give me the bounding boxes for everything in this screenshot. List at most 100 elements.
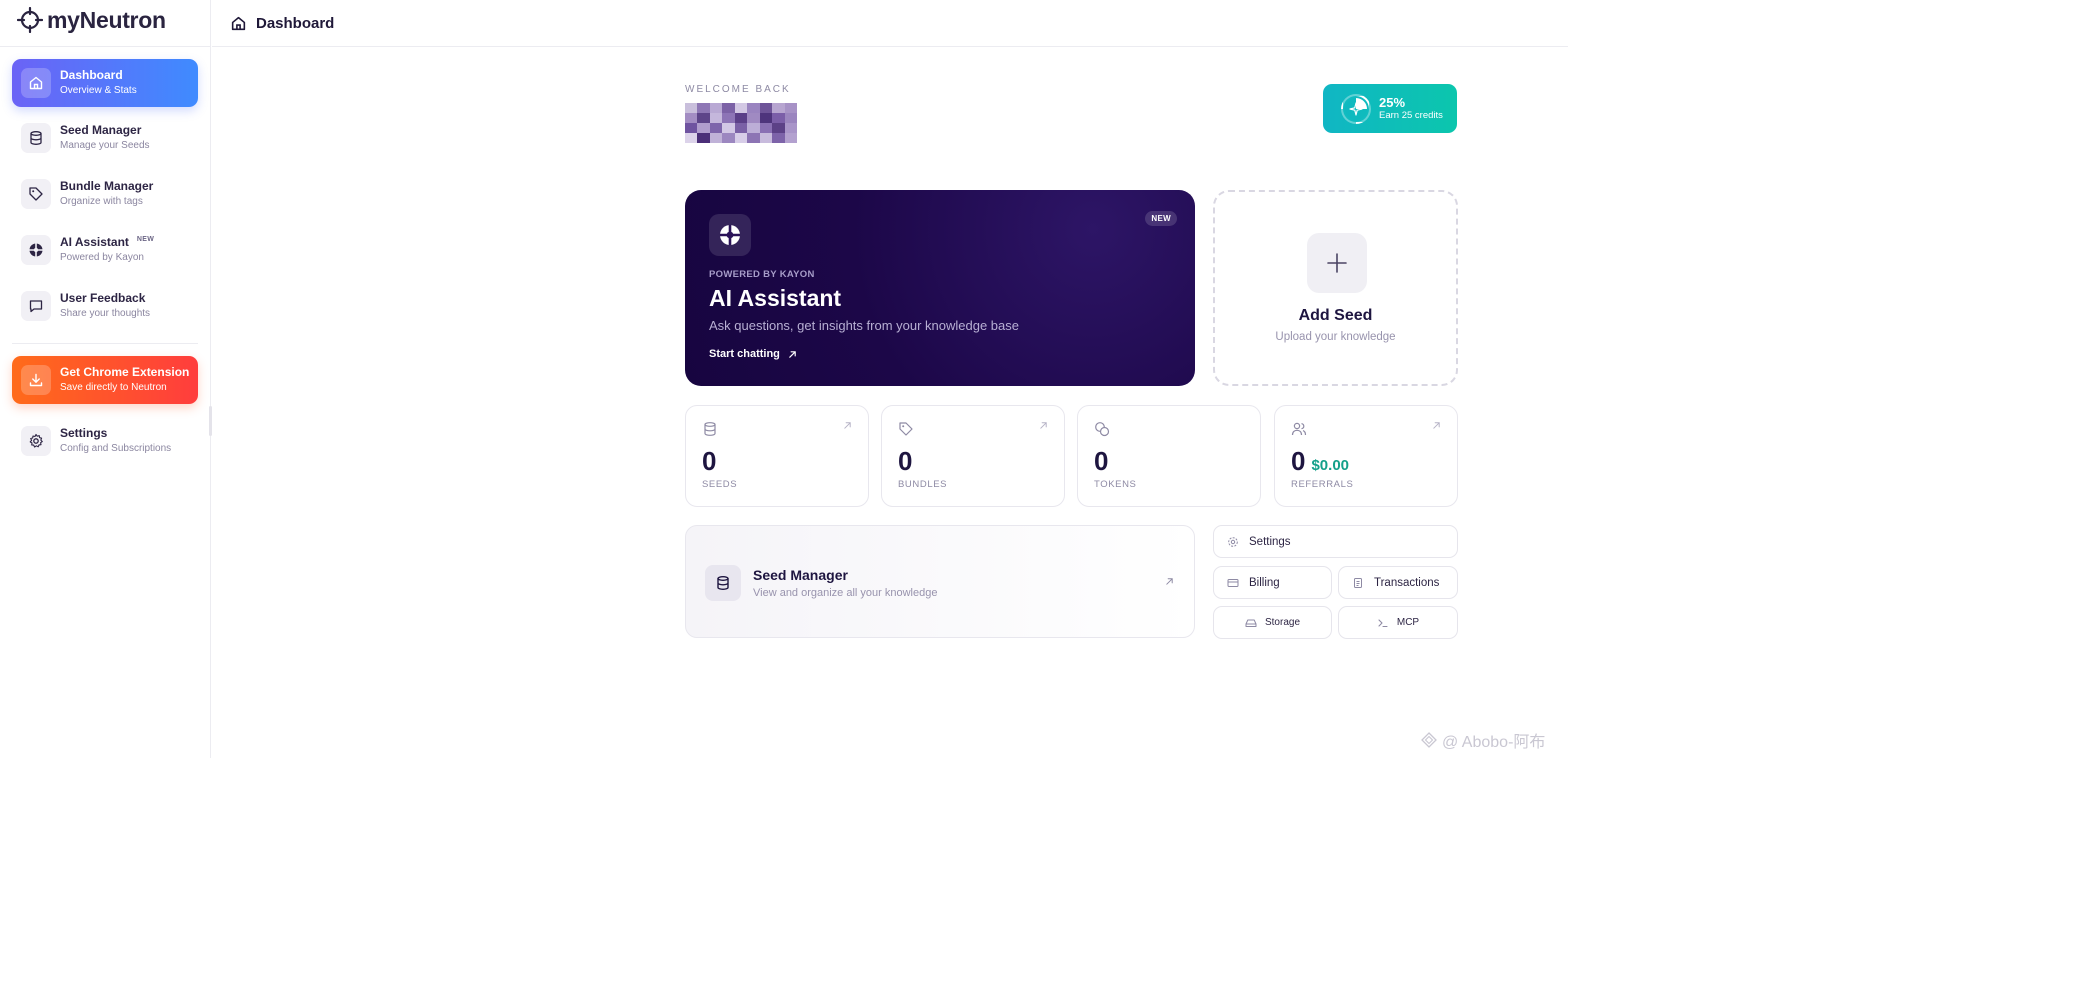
ai-card-title: AI Assistant [709,285,842,311]
gear-icon [21,426,51,456]
arrow-up-right-icon [1433,422,1440,429]
kayon-icon [21,235,51,265]
sidebar-item-label: Bundle Manager [60,179,154,194]
referral-earnings: $0.00 [1311,457,1350,474]
credits-progress-ring [1341,93,1371,124]
stat-value: 0 [702,446,717,476]
ai-card-description: Ask questions, get insights from your kn… [709,318,1020,333]
extension-sub: Save directly to Neutron [60,382,167,394]
sidebar-item-sub: Powered by Kayon [60,252,144,264]
new-badge: NEW [1145,211,1177,226]
sidebar-item-ai-assistant[interactable]: AI Assistant NEW Powered by Kayon [12,226,198,274]
billing-link-label: Billing [1249,576,1280,589]
sidebar-item-dashboard[interactable]: Dashboard Overview & Stats [12,59,198,107]
sidebar-item-sub: Organize with tags [60,196,143,208]
mcp-link-label: MCP [1396,617,1420,628]
sidebar-item-sub: Overview & Stats [60,85,137,97]
watermark-logo-icon [1421,732,1437,748]
page-title: Dashboard [256,14,335,32]
watermark: @ Abobo-阿布 [1420,728,1545,752]
settings-link-label: Settings [1249,535,1291,548]
arrow-up-right-icon [844,422,851,429]
mcp-link[interactable]: MCP [1338,606,1458,639]
credits-sub: Earn 25 credits [1379,109,1443,121]
terminal-icon [1378,618,1388,627]
stat-card-bundles[interactable]: 0 BUNDLES [881,405,1065,507]
download-icon [21,365,51,395]
sidebar-item-settings[interactable]: Settings Config and Subscriptions [12,417,198,465]
message-icon [21,291,51,321]
add-seed-title: Add Seed [1298,307,1373,324]
sidebar-item-sub: Config and Subscriptions [60,443,172,455]
coins-icon [1095,422,1110,437]
stat-card-referrals[interactable]: 0 $0.00 REFERRALS [1274,405,1458,507]
app-name: myNeutron [47,6,166,33]
arrow-up-right-icon [1166,578,1173,585]
kayon-icon [709,214,751,256]
transactions-link[interactable]: Transactions [1338,566,1458,599]
stat-card-seeds[interactable]: 0 SEEDS [685,405,869,507]
username-redacted [685,103,797,143]
new-badge: NEW [136,236,155,244]
users-icon [1291,422,1307,436]
stat-value: 0 [1291,446,1306,476]
home-icon [231,16,246,30]
sidebar-item-label: User Feedback [60,291,146,306]
stat-label: BUNDLES [898,479,948,490]
database-icon [21,123,51,153]
credits-badge[interactable]: 25% Earn 25 credits [1323,84,1457,133]
chrome-extension-button[interactable]: Get Chrome Extension Save directly to Ne… [12,356,198,404]
seed-manager-title: Seed Manager [753,567,848,583]
page-header: Dashboard [212,0,1568,47]
seed-manager-card[interactable]: Seed Manager View and organize all your … [685,525,1195,638]
ai-card-kicker: POWERED BY KAYON [709,269,815,280]
divider [0,46,211,47]
sidebar-item-label: Seed Manager [60,123,142,138]
storage-link[interactable]: Storage [1213,606,1332,639]
database-icon [704,422,716,436]
sparkle-icon [1349,101,1363,116]
hard-drive-icon [1245,619,1257,627]
sidebar-item-bundle-manager[interactable]: Bundle Manager Organize with tags [12,170,198,218]
credits-percent: 25% [1379,94,1406,110]
billing-link[interactable]: Billing [1213,566,1332,599]
sidebar-item-label: AI Assistant [60,235,129,250]
ai-assistant-card[interactable]: NEW POWERED BY KAYON AI Assistant Ask qu… [685,190,1195,386]
sidebar-item-label: Dashboard [60,68,123,83]
sidebar-item-user-feedback[interactable]: User Feedback Share your thoughts [12,282,198,330]
home-icon [21,68,51,98]
start-chatting-label: Start chatting [709,348,780,360]
add-seed-button[interactable]: Add Seed Upload your knowledge [1213,190,1458,386]
stat-label: SEEDS [702,479,738,490]
stat-label: TOKENS [1094,479,1137,490]
arrow-up-right-icon [789,350,796,358]
sidebar-resize-handle[interactable] [209,406,212,436]
sidebar-item-label: Settings [60,426,108,441]
storage-link-label: Storage [1264,617,1301,628]
app-logo[interactable]: myNeutron [17,6,166,34]
sidebar-item-seed-manager[interactable]: Seed Manager Manage your Seeds [12,114,198,162]
neutron-logo-icon [17,7,43,33]
welcome-label: WELCOME BACK [685,84,791,95]
seed-manager-sub: View and organize all your knowledge [753,587,938,599]
add-seed-sub: Upload your knowledge [1275,331,1396,343]
gear-icon [1228,536,1238,547]
tag-icon [899,422,913,436]
settings-link[interactable]: Settings [1213,525,1458,558]
stat-value: 0 [1094,446,1109,476]
arrow-up-right-icon [1040,422,1047,429]
credit-card-icon [1227,578,1239,587]
stat-card-tokens[interactable]: 0 TOKENS [1077,405,1261,507]
sidebar-item-sub: Manage your Seeds [60,140,150,152]
tag-icon [21,179,51,209]
database-icon [705,565,741,601]
stat-value: 0 [898,446,913,476]
sidebar: myNeutron Dashboard Overview & Stats See… [0,0,212,758]
plus-icon [1307,233,1367,293]
stat-label: REFERRALS [1291,479,1354,490]
extension-label: Get Chrome Extension [60,365,190,380]
divider [12,343,198,344]
watermark-text: @ Abobo-阿布 [1442,734,1546,751]
receipt-icon [1354,577,1362,588]
start-chatting-link[interactable]: Start chatting [709,348,797,360]
